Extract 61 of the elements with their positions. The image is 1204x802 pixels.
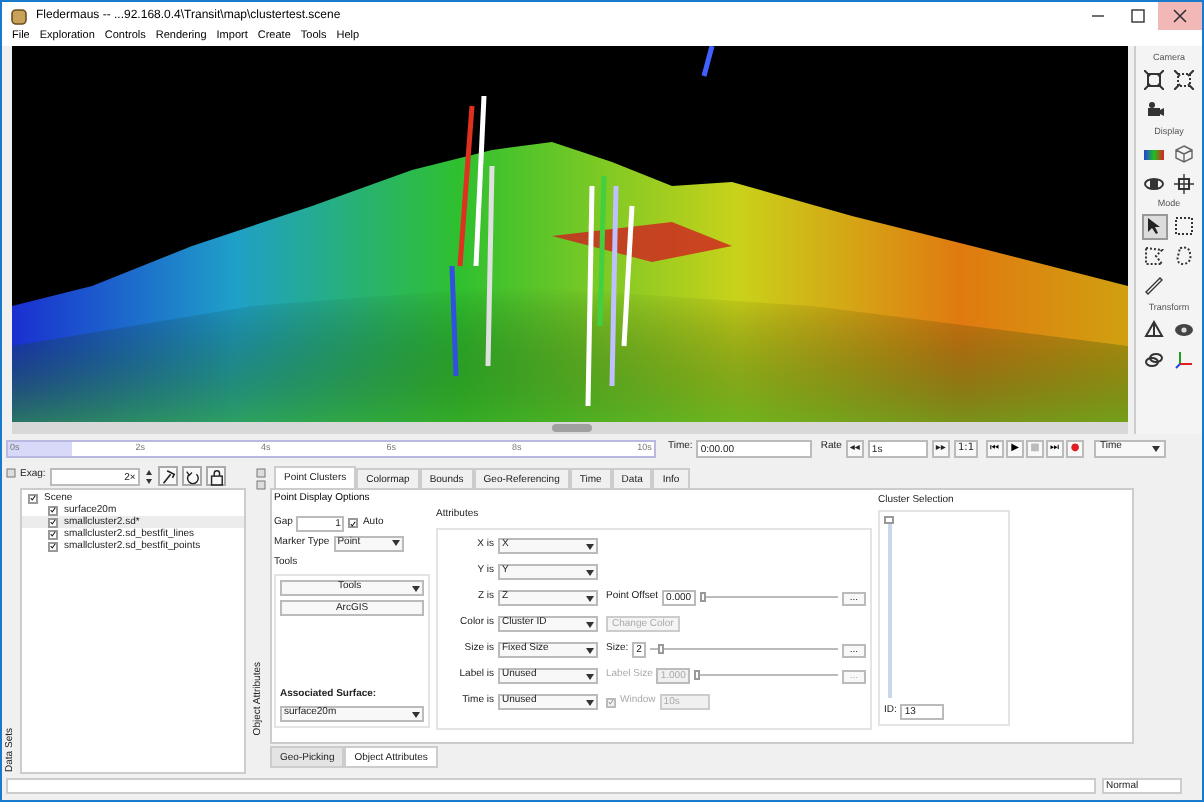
toolbar-button[interactable] [1171, 243, 1197, 269]
tool-button[interactable] [205, 466, 226, 486]
dashed-polygon-icon [1144, 246, 1164, 266]
caret-icon [586, 543, 594, 549]
pyramid-icon [1144, 319, 1164, 339]
layers-icon [1144, 349, 1164, 369]
camera-icon [1144, 100, 1164, 120]
toolbar-button[interactable] [1141, 67, 1167, 93]
panel-toggle-icon [6, 468, 16, 478]
caret-icon [412, 711, 420, 717]
axes-icon [1174, 349, 1194, 369]
tool-button[interactable] [181, 466, 202, 486]
close-icon [1172, 8, 1188, 24]
tool-button[interactable] [157, 466, 178, 486]
slider-thumb[interactable] [699, 592, 706, 602]
checkbox[interactable] [48, 529, 58, 539]
slider-thumb[interactable] [884, 515, 894, 523]
checkbox[interactable] [28, 493, 38, 503]
toolbar-button[interactable] [1141, 273, 1167, 299]
caret-icon [391, 540, 400, 546]
check-icon [30, 494, 36, 502]
cube-icon [1174, 143, 1194, 163]
vertical-slider[interactable] [884, 515, 896, 697]
checkbox[interactable] [48, 517, 58, 527]
toolbar-button[interactable] [1141, 243, 1167, 269]
toolbar-button[interactable] [1171, 67, 1197, 93]
axes-cube-icon [1174, 173, 1194, 193]
scrollbar-thumb[interactable] [552, 424, 592, 432]
check-icon [608, 698, 614, 706]
caret-icon [586, 621, 594, 627]
eye-icon [1174, 319, 1194, 339]
check-icon [350, 519, 357, 527]
caret-icon [586, 569, 594, 575]
caret-icon [586, 595, 594, 601]
frame-icon [1144, 70, 1164, 90]
ruler-icon [1144, 276, 1164, 296]
undo-icon [183, 467, 200, 485]
checkbox[interactable] [48, 541, 58, 551]
checkbox[interactable] [48, 505, 58, 515]
app-icon [10, 7, 28, 25]
dashed-frame-icon [1174, 70, 1194, 90]
lasso-icon [1174, 246, 1194, 266]
scrollbar[interactable] [12, 422, 1128, 434]
caret-icon [586, 647, 594, 653]
close-button[interactable] [1158, 2, 1202, 30]
lock-icon [207, 467, 224, 485]
toolbar-button[interactable] [1141, 213, 1167, 239]
cursor-icon [1144, 216, 1164, 236]
maximize-icon [1130, 8, 1146, 24]
toolbar-button[interactable] [1141, 316, 1167, 342]
caret-icon [586, 699, 594, 705]
slider-thumb[interactable] [658, 644, 665, 654]
orbit-icon [1144, 173, 1164, 193]
toolbar-button[interactable] [1171, 213, 1197, 239]
caret-icon [1152, 445, 1160, 451]
toolbar-button[interactable] [1171, 170, 1197, 196]
hammer-icon [159, 467, 176, 485]
checkbox[interactable] [348, 518, 359, 528]
dashed-square-icon [1174, 216, 1194, 236]
caret-icon [412, 585, 420, 591]
caret-icon [586, 673, 594, 679]
